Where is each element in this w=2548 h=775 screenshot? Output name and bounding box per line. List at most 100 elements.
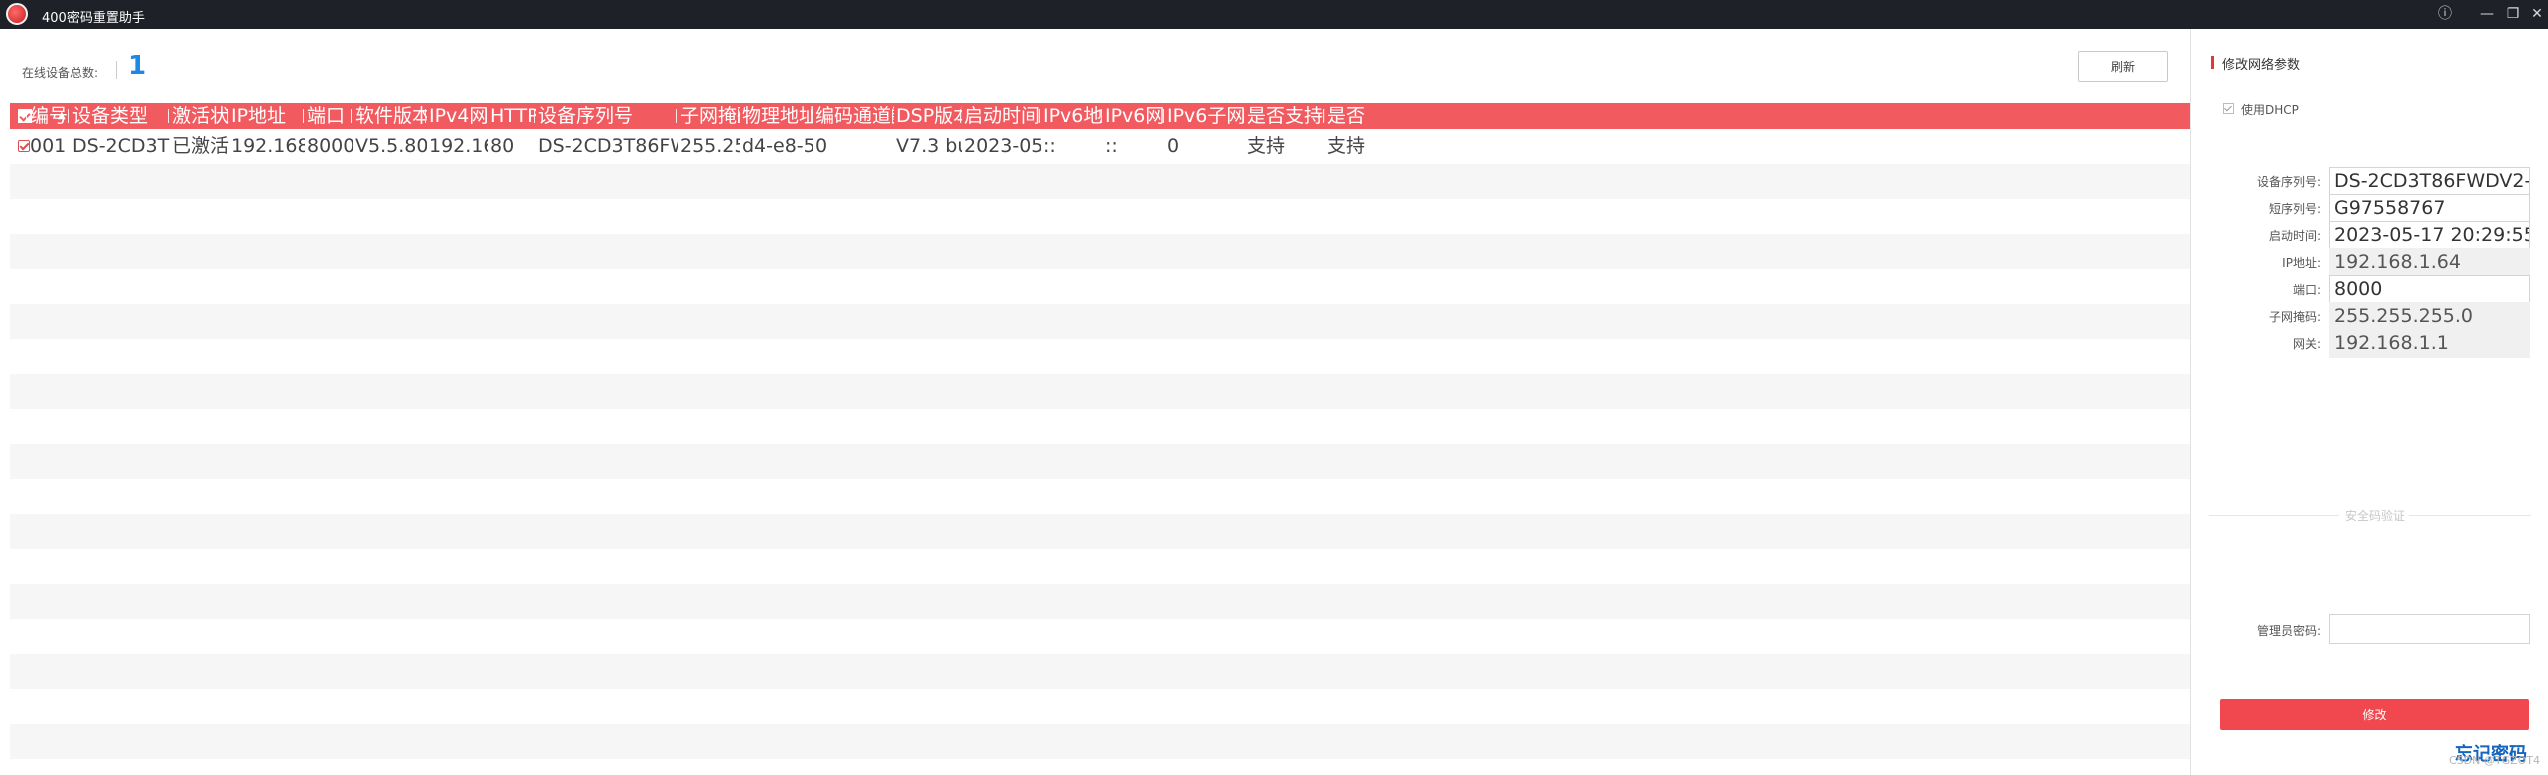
column-header-subnet-mask[interactable]: 子网掩码 [680, 103, 740, 129]
column-header-software-version[interactable]: 软件版本 [355, 103, 427, 129]
column-header-mac-address[interactable]: 物理地址 [742, 103, 813, 129]
serial-number-label: 设备序列号: [2256, 175, 2321, 189]
column-header-ipv6-address[interactable]: IPv6地址 [1043, 103, 1103, 129]
app-logo-icon [6, 3, 28, 25]
cell-http-port: 80 [490, 135, 515, 157]
column-separator[interactable] [676, 109, 677, 123]
boot-time-label: 启动时间: [2268, 229, 2321, 243]
cell-software-version: V5.5.801b... [355, 135, 427, 157]
cell-dsp-version: V7.3 buil... [896, 135, 962, 157]
column-header-device-type[interactable]: 设备类型 [72, 103, 170, 129]
panel-title-marker [2211, 56, 2214, 69]
online-count-label: 在线设备总数: [22, 66, 99, 80]
security-divider-label: 安全码验证 [2341, 507, 2410, 524]
use-dhcp-checkbox[interactable] [2223, 103, 2234, 114]
gateway-label: 网关: [2292, 337, 2321, 351]
row-checkbox[interactable] [18, 140, 30, 152]
security-divider-left [2209, 515, 2339, 516]
gateway-field: 192.168.1.1 [2329, 329, 2530, 358]
ip-address-label: IP地址: [2282, 256, 2321, 270]
empty-row [10, 514, 2190, 549]
column-separator[interactable] [811, 109, 812, 123]
network-params-panel: 修改网络参数 使用DHCP 设备序列号: DS-2CD3T86FWDV2-I3 短序… [2190, 29, 2548, 775]
cell-id: 001 [30, 135, 67, 157]
info-icon[interactable]: ⓘ [2434, 3, 2456, 25]
empty-row [10, 619, 2190, 654]
column-separator[interactable] [1323, 109, 1324, 123]
admin-password-input[interactable] [2329, 614, 2530, 644]
column-header-ipv4-gateway[interactable]: IPv4网关 [429, 103, 488, 129]
column-separator[interactable] [1243, 109, 1244, 123]
close-icon[interactable]: ✕ [2526, 3, 2548, 25]
column-separator[interactable] [425, 109, 426, 123]
empty-row [10, 444, 2190, 479]
column-separator[interactable] [892, 109, 893, 123]
cell-activation-status: 已激活 [172, 135, 229, 157]
count-divider [116, 61, 117, 79]
column-header-dsp-version[interactable]: DSP版本 [896, 103, 962, 129]
cell-extra: 支持 [1327, 135, 1366, 157]
boot-time-field[interactable]: 2023-05-17 20:29:55 [2329, 221, 2530, 250]
table-row[interactable]: 001DS-2CD3T86F...已激活192.168.1....8000V5.… [10, 129, 2190, 164]
serial-number-field[interactable]: DS-2CD3T86FWDV2-I3 [2329, 167, 2530, 196]
empty-row [10, 584, 2190, 619]
empty-row [10, 339, 2190, 374]
cell-boot-time: 2023-05-1... [964, 135, 1041, 157]
empty-row [10, 654, 2190, 689]
minimize-icon[interactable]: — [2476, 3, 2498, 25]
empty-row [10, 304, 2190, 339]
online-count-value: 1 [128, 51, 147, 81]
cell-ipv4-gateway: 192.168... [429, 135, 488, 157]
column-separator[interactable] [1163, 109, 1164, 123]
device-list-pane: 在线设备总数: 1 刷新 编号设备类型激活状态IP地址端口软件版本IPv4网关H… [0, 29, 2190, 775]
cell-device-type: DS-2CD3T86F... [72, 135, 170, 157]
empty-row [10, 689, 2190, 724]
column-header-port[interactable]: 端口 [307, 103, 353, 129]
column-separator[interactable] [26, 109, 27, 123]
cell-ipv6-support: 支持 [1247, 135, 1286, 157]
empty-row [10, 374, 2190, 409]
column-header-ipv6-prefix[interactable]: IPv6子网前... [1167, 103, 1245, 129]
column-separator[interactable] [1101, 109, 1102, 123]
column-header-http-port[interactable]: HTTP... [490, 103, 536, 129]
empty-row [10, 479, 2190, 514]
column-separator[interactable] [351, 109, 352, 123]
admin-password-label: 管理员密码: [2256, 624, 2321, 638]
column-header-activation-status[interactable]: 激活状态 [172, 103, 229, 129]
sort-ascending-icon[interactable]: ▲ [58, 103, 66, 129]
panel-title: 修改网络参数 [2222, 58, 2301, 73]
column-separator[interactable] [168, 109, 169, 123]
column-header-boot-time[interactable]: 启动时间 [964, 103, 1041, 129]
cell-port: 8000 [307, 135, 353, 157]
app-title: 400密码重置助手 [42, 11, 145, 26]
empty-row [10, 549, 2190, 584]
column-header-encoding-channels[interactable]: 编码通道数 [815, 103, 894, 129]
column-separator[interactable] [486, 109, 487, 123]
cell-ipv6-prefix: 0 [1167, 135, 1180, 157]
column-separator[interactable] [738, 109, 739, 123]
port-field[interactable]: 8000 [2329, 275, 2530, 304]
modify-button[interactable]: 修改 [2220, 699, 2529, 730]
cell-encoding-channels: 0 [815, 135, 828, 157]
empty-row [10, 269, 2190, 304]
subnet-mask-field: 255.255.255.0 [2329, 302, 2530, 331]
ip-address-field: 192.168.1.64 [2329, 248, 2530, 277]
column-separator[interactable] [960, 109, 961, 123]
column-separator[interactable] [68, 109, 69, 123]
column-header-ipv6-gateway[interactable]: IPv6网关 [1105, 103, 1165, 129]
short-serial-field[interactable]: G97558767 [2329, 194, 2530, 223]
column-header-extra[interactable]: 是否 [1327, 103, 1367, 129]
cell-ipv6-gateway: :: [1105, 135, 1118, 157]
column-header-ipv6-support[interactable]: 是否支持IPv6 [1247, 103, 1325, 129]
column-header-serial-number[interactable]: 设备序列号 [538, 103, 678, 129]
column-separator[interactable] [1039, 109, 1040, 123]
maximize-icon[interactable]: ❐ [2502, 3, 2524, 25]
column-header-ip-address[interactable]: IP地址 [231, 103, 305, 129]
refresh-button[interactable]: 刷新 [2078, 51, 2168, 82]
cell-subnet-mask: 255.255.... [680, 135, 740, 157]
column-separator[interactable] [303, 109, 304, 123]
column-separator[interactable] [534, 109, 535, 123]
column-separator[interactable] [227, 109, 228, 123]
empty-row [10, 409, 2190, 444]
cell-ip-address: 192.168.1.... [231, 135, 305, 157]
